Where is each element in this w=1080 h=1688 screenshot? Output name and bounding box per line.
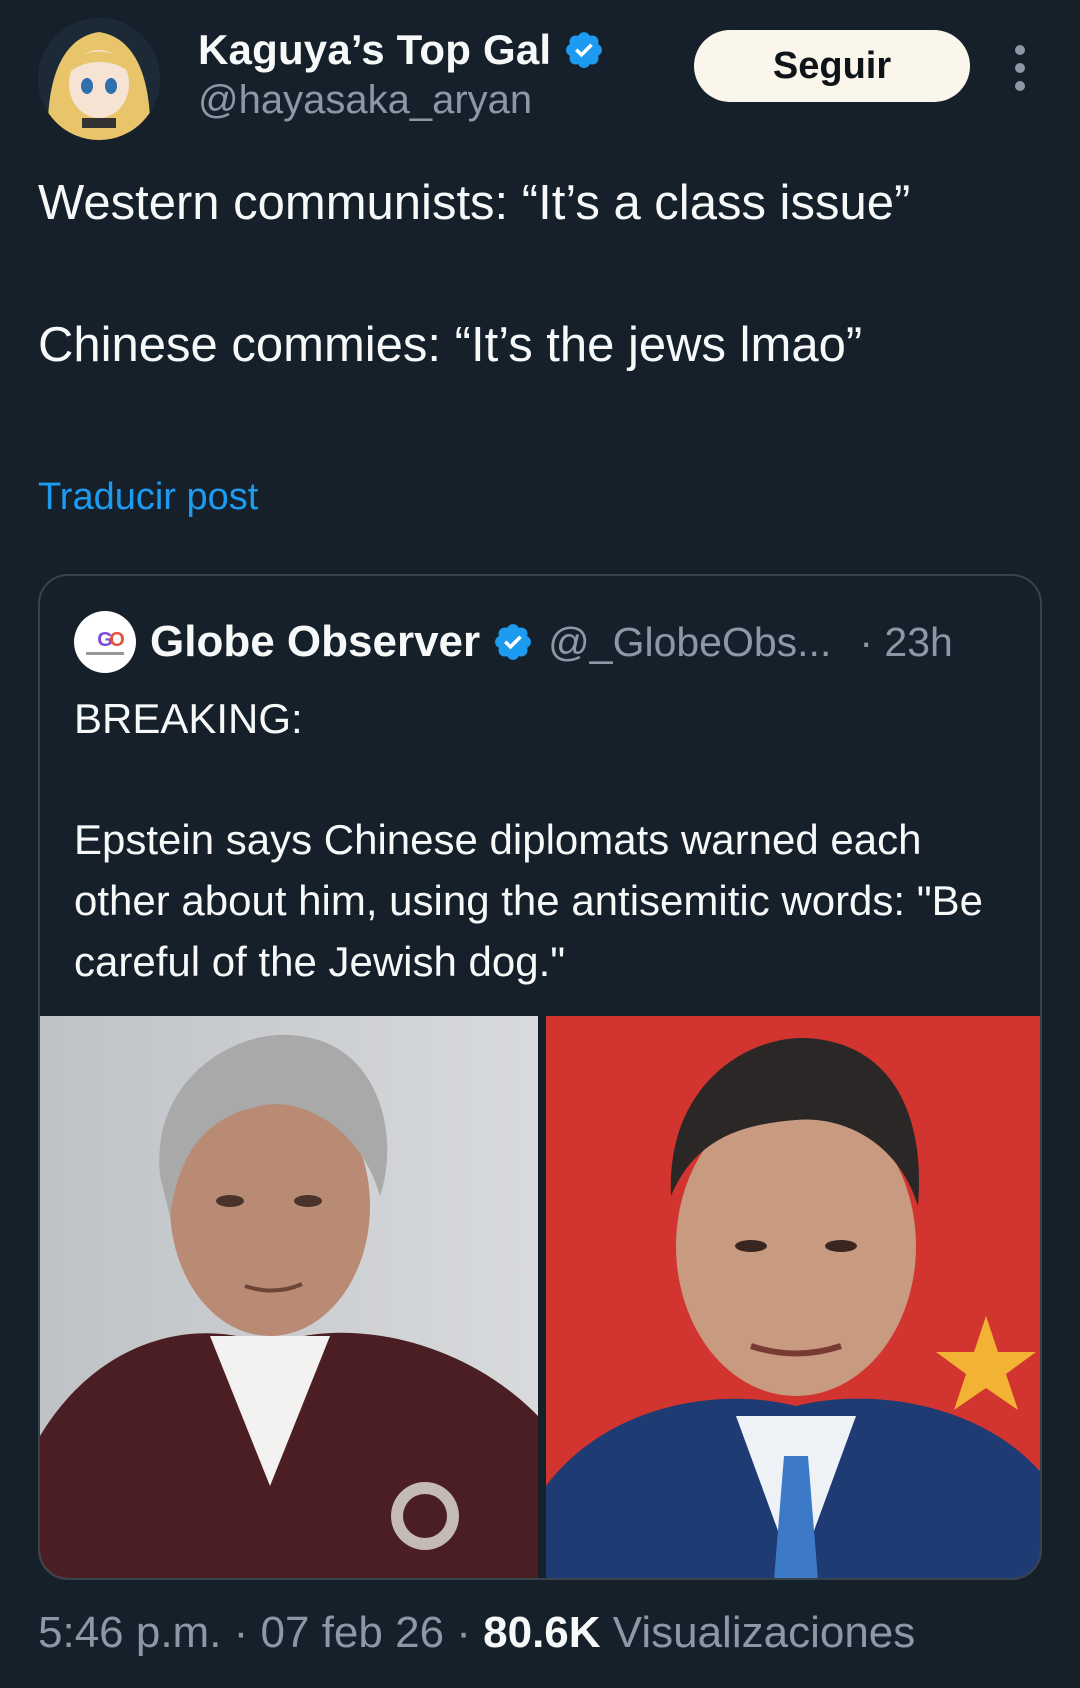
- verified-badge-icon: [566, 32, 603, 68]
- post-header: Kaguya’s Top Gal @hayasaka_aryan Seguir: [0, 0, 1080, 150]
- media-photo-left[interactable]: [40, 1016, 538, 1578]
- post-text-line: Western communists: “It’s a class issue”: [38, 176, 911, 230]
- media-divider: [538, 1016, 546, 1578]
- quoted-author-handle[interactable]: @_GlobeObs...: [548, 619, 831, 666]
- author-handle[interactable]: @hayasaka_aryan: [198, 78, 532, 123]
- globe-observer-logo-icon[interactable]: G O: [74, 611, 136, 673]
- more-vertical-icon[interactable]: [1000, 40, 1040, 96]
- quoted-post-header: G O Globe Observer @_GlobeObs... · 23h: [74, 610, 953, 674]
- quoted-text-line: BREAKING:: [74, 695, 303, 742]
- post-text-line: Chinese commies: “It’s the jews lmao”: [38, 318, 863, 372]
- media-photo-right[interactable]: [546, 1016, 1040, 1578]
- follow-button[interactable]: Seguir: [694, 30, 970, 102]
- quoted-author-display-name[interactable]: Globe Observer: [150, 617, 480, 667]
- quoted-post-media[interactable]: [40, 1016, 1040, 1578]
- quoted-post-timestamp[interactable]: · 23h: [859, 619, 952, 666]
- post-timestamp[interactable]: 5:46 p.m. · 07 feb 26 ·: [38, 1608, 483, 1657]
- quoted-text-line: Epstein says Chinese diplomats warned ea…: [74, 816, 984, 985]
- quoted-post-text: BREAKING: Epstein says Chinese diplomats…: [74, 688, 1014, 992]
- views-label: Visualizaciones: [600, 1608, 916, 1657]
- author-display-name[interactable]: Kaguya’s Top Gal: [198, 26, 551, 74]
- post-text: Western communists: “It’s a class issue”…: [38, 168, 1048, 380]
- author-avatar[interactable]: [38, 18, 160, 140]
- verified-badge-icon: [495, 624, 532, 660]
- translate-post-link[interactable]: Traducir post: [38, 476, 258, 519]
- quoted-post-card[interactable]: G O Globe Observer @_GlobeObs... · 23h B…: [38, 574, 1042, 1580]
- avatar-image: [38, 18, 160, 140]
- views-count: 80.6K: [483, 1608, 601, 1657]
- svg-text:O: O: [109, 629, 125, 651]
- post-metadata: 5:46 p.m. · 07 feb 26 · 80.6K Visualizac…: [38, 1608, 915, 1658]
- author-name-row[interactable]: Kaguya’s Top Gal: [198, 22, 605, 78]
